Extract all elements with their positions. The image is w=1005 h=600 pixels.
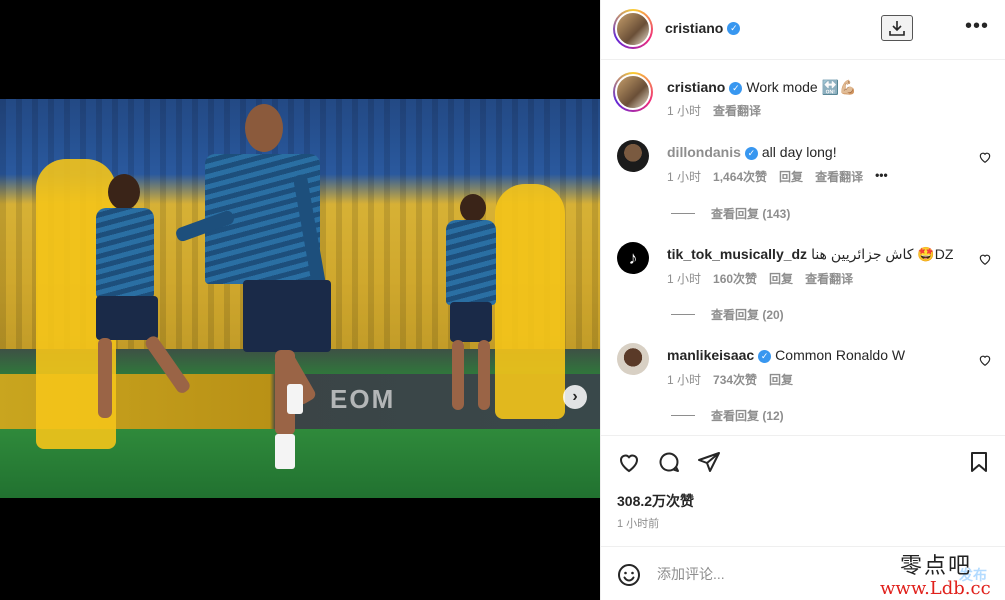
verified-icon: ✓	[727, 22, 741, 36]
download-button[interactable]	[881, 15, 913, 41]
comment-text: all day long!	[761, 144, 837, 160]
verified-icon: ✓	[758, 349, 772, 363]
watermark-text: 零点吧	[900, 554, 973, 579]
translate-link[interactable]: 查看翻译	[815, 168, 863, 185]
comments-list: cristiano ✓ Work mode 🔛💪🏼 1 小时 查看翻译 dillon…	[601, 60, 1005, 436]
avatar[interactable]: ♪	[617, 242, 649, 274]
comment-time[interactable]: 1 小时	[667, 270, 701, 287]
divider	[671, 314, 695, 315]
share-icon[interactable]	[697, 450, 721, 474]
heart-icon[interactable]	[978, 252, 992, 266]
comment-username[interactable]: dillondanis	[667, 144, 741, 160]
post-header: cristiano ✓ •••	[601, 0, 1005, 60]
likes-count[interactable]: 308.2万次赞	[617, 491, 694, 511]
media-pane: EOM ›	[0, 0, 600, 600]
comment-username[interactable]: manlikeisaac	[667, 347, 754, 363]
view-replies-button[interactable]: 查看回复 (143)	[671, 205, 790, 222]
header-author: cristiano ✓	[665, 20, 741, 38]
heart-icon[interactable]	[617, 450, 641, 474]
chevron-right-icon[interactable]: ›	[563, 385, 587, 409]
avatar[interactable]	[617, 140, 649, 172]
post-photo[interactable]: EOM ›	[0, 99, 600, 498]
comment-time[interactable]: 1 小时	[667, 168, 701, 185]
post-side-panel: cristiano ✓ ••• cristiano ✓ Work mode 🔛💪🏼 1…	[600, 0, 1005, 600]
comment-icon[interactable]	[657, 450, 681, 474]
reply-button[interactable]: 回复	[769, 371, 793, 388]
watermark-url: www.Ldb.cc	[880, 578, 991, 599]
translate-link[interactable]: 查看翻译	[805, 270, 853, 287]
action-bar	[601, 436, 1005, 486]
comment-time[interactable]: 1 小时	[667, 371, 701, 388]
avatar[interactable]	[617, 343, 649, 375]
view-replies-label: 查看回复 (143)	[711, 207, 791, 221]
caption-text: Work mode 🔛💪🏼	[746, 79, 857, 95]
comment-input[interactable]	[657, 562, 917, 586]
author-username[interactable]: cristiano	[665, 20, 723, 36]
view-replies-label: 查看回复 (12)	[711, 409, 784, 423]
instagram-post-window: EOM › cristiano ✓ ••• cristiano ✓ Work m…	[0, 0, 1005, 600]
download-icon	[889, 21, 905, 36]
reply-button[interactable]: 回复	[769, 270, 793, 287]
save-icon[interactable]	[967, 450, 991, 474]
ad-board-text: EOM	[330, 384, 396, 414]
comment-likes[interactable]: 734次赞	[713, 371, 757, 388]
verified-icon: ✓	[729, 81, 743, 95]
reply-button[interactable]: 回复	[779, 168, 803, 185]
avatar[interactable]	[613, 9, 653, 49]
verified-icon: ✓	[744, 146, 758, 160]
more-icon[interactable]: •••	[965, 16, 989, 36]
comment-text: Common Ronaldo W	[775, 347, 906, 363]
translate-link[interactable]: 查看翻译	[713, 102, 761, 119]
view-replies-label: 查看回复 (20)	[711, 308, 784, 322]
divider	[671, 213, 695, 214]
training-dummy	[495, 184, 565, 419]
avatar[interactable]	[613, 72, 653, 112]
caption-time[interactable]: 1 小时	[667, 102, 701, 119]
emoji-icon[interactable]	[617, 563, 641, 587]
comment-text: كاش جزائريين هنا 🤩DZ	[811, 246, 954, 262]
comment-username[interactable]: tik_tok_musically_dz	[667, 246, 807, 262]
post-time[interactable]: 1 小时前	[617, 515, 659, 531]
comment-likes[interactable]: 1,464次赞	[713, 168, 767, 185]
heart-icon[interactable]	[978, 353, 992, 367]
divider	[671, 415, 695, 416]
view-replies-button[interactable]: 查看回复 (20)	[671, 306, 784, 323]
heart-icon[interactable]	[978, 150, 992, 164]
view-replies-button[interactable]: 查看回复 (12)	[671, 407, 784, 424]
comment-likes[interactable]: 160次赞	[713, 270, 757, 287]
comment-more-icon[interactable]: •••	[875, 168, 888, 185]
caption-username[interactable]: cristiano	[667, 79, 725, 95]
